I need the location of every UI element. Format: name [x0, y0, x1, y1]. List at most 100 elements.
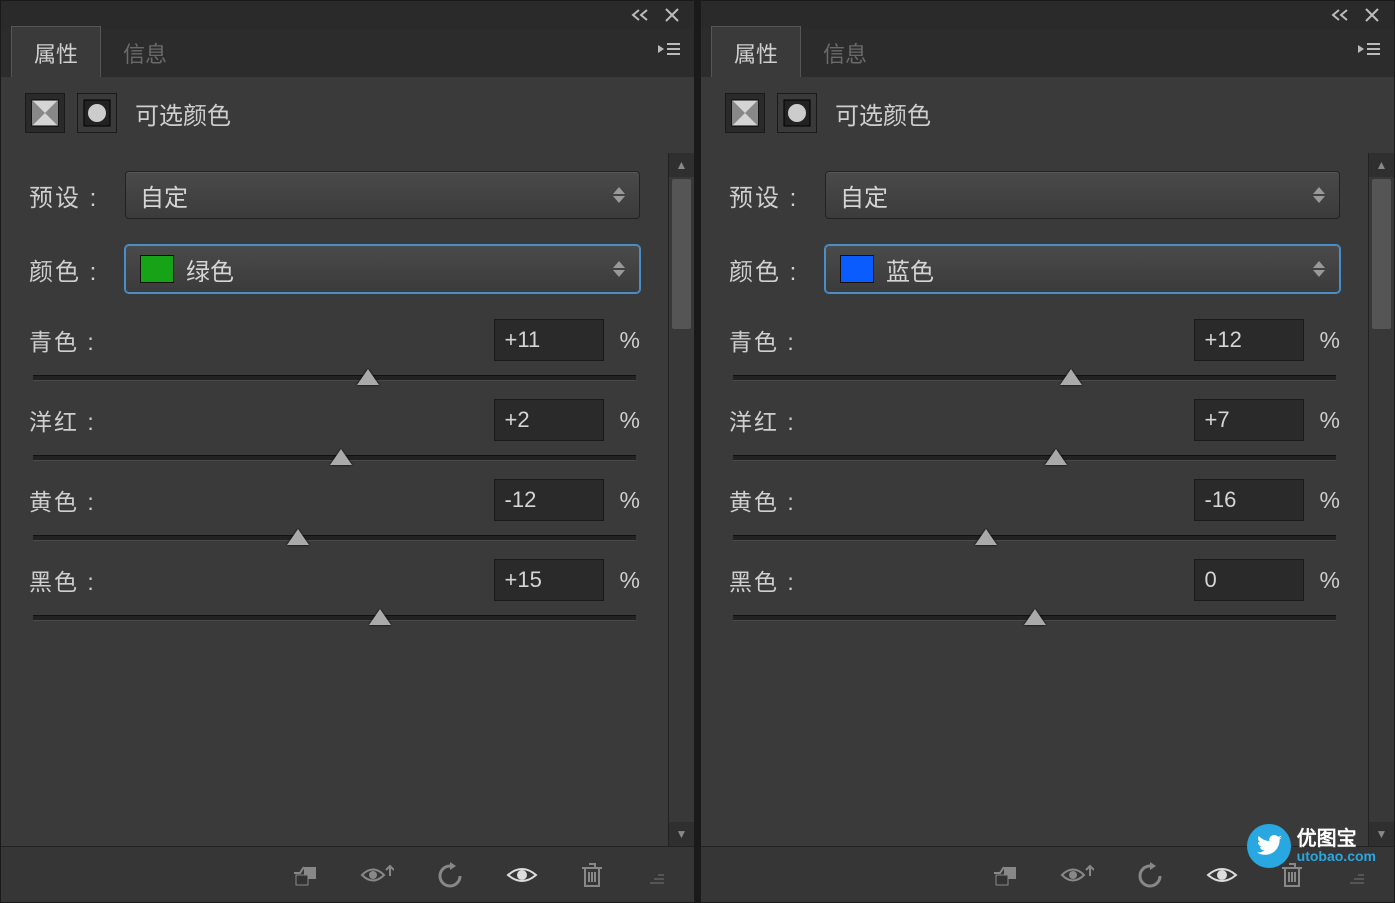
color-swatch — [140, 255, 174, 283]
color-dropdown[interactable]: 蓝色 — [825, 245, 1340, 293]
magenta-input[interactable] — [1194, 399, 1304, 441]
selective-color-panel-right: 属性 信息 可选颜色 预设 : 自定 颜色 : 蓝色 青色 :% 洋红 :% 黄… — [700, 0, 1395, 903]
reset-icon[interactable] — [1136, 862, 1164, 888]
resize-grip-icon[interactable] — [646, 866, 664, 884]
scroll-thumb[interactable] — [672, 179, 691, 329]
scrollbar[interactable]: ▲ ▼ — [1368, 153, 1394, 846]
black-thumb[interactable] — [1024, 609, 1046, 625]
black-row: 黑色 : % — [29, 559, 640, 621]
preset-value: 自定 — [840, 178, 888, 213]
magenta-row: 洋红 : % — [29, 399, 640, 461]
panel-titlebar — [701, 1, 1394, 29]
yellow-label: 黄色 : — [29, 483, 96, 517]
magenta-thumb[interactable] — [1045, 449, 1067, 465]
view-previous-icon[interactable] — [1060, 864, 1094, 886]
scroll-up-icon[interactable]: ▲ — [669, 153, 694, 177]
tab-properties[interactable]: 属性 — [711, 26, 801, 77]
tab-row: 属性 信息 — [701, 29, 1394, 77]
collapse-icon[interactable] — [1330, 5, 1350, 25]
selective-color-icon[interactable] — [25, 93, 65, 133]
yellow-label: 黄色 : — [729, 483, 796, 517]
black-slider[interactable] — [733, 615, 1336, 621]
toggle-visibility-icon[interactable] — [1206, 865, 1238, 885]
scroll-down-icon[interactable]: ▼ — [669, 822, 694, 846]
view-previous-icon[interactable] — [360, 864, 394, 886]
watermark-url: utobao.com — [1297, 849, 1376, 863]
yellow-input[interactable] — [1194, 479, 1304, 521]
collapse-icon[interactable] — [630, 5, 650, 25]
color-value: 绿色 — [186, 252, 234, 287]
panel-menu-icon[interactable] — [1358, 41, 1380, 57]
black-label: 黑色 : — [29, 563, 96, 597]
yellow-slider[interactable] — [33, 535, 636, 541]
panel-content: 预设 : 自定 颜色 : 绿色 青色 : — [1, 153, 668, 846]
black-input[interactable] — [494, 559, 604, 601]
tab-properties[interactable]: 属性 — [11, 26, 101, 77]
magenta-slider[interactable] — [733, 455, 1336, 461]
cyan-thumb[interactable] — [357, 369, 379, 385]
resize-grip-icon[interactable] — [1346, 866, 1364, 884]
tab-info[interactable]: 信息 — [101, 27, 189, 77]
close-icon[interactable] — [1362, 5, 1382, 25]
color-row: 颜色 : 绿色 — [29, 245, 640, 293]
yellow-input[interactable] — [494, 479, 604, 521]
color-dropdown[interactable]: 绿色 — [125, 245, 640, 293]
cyan-row: 青色 : % — [29, 319, 640, 381]
yellow-thumb[interactable] — [287, 529, 309, 545]
cyan-input[interactable] — [494, 319, 604, 361]
preset-dropdown[interactable]: 自定 — [125, 171, 640, 219]
tab-info[interactable]: 信息 — [801, 27, 889, 77]
delete-icon[interactable] — [580, 862, 604, 888]
adjustment-title-row: 可选颜色 — [1, 77, 694, 153]
layer-mask-icon[interactable] — [77, 93, 117, 133]
black-slider[interactable] — [33, 615, 636, 621]
panel-menu-icon[interactable] — [658, 41, 680, 57]
preset-label: 预设 : — [729, 178, 813, 213]
scroll-thumb[interactable] — [1372, 179, 1391, 329]
cyan-label: 青色 : — [729, 323, 796, 357]
scroll-up-icon[interactable]: ▲ — [1369, 153, 1394, 177]
selective-color-panel-left: 属性 信息 可选颜色 预设 : 自定 颜色 : — [0, 0, 695, 903]
black-input[interactable] — [1194, 559, 1304, 601]
toggle-visibility-icon[interactable] — [506, 865, 538, 885]
panel-titlebar — [1, 1, 694, 29]
layer-mask-icon[interactable] — [777, 93, 817, 133]
cyan-slider[interactable] — [33, 375, 636, 381]
reset-icon[interactable] — [436, 862, 464, 888]
panel-title: 可选颜色 — [835, 96, 931, 131]
yellow-slider[interactable] — [733, 535, 1336, 541]
color-label: 颜色 : — [29, 252, 113, 287]
yellow-thumb[interactable] — [975, 529, 997, 545]
adjustment-title-row: 可选颜色 — [701, 77, 1394, 153]
selective-color-icon[interactable] — [725, 93, 765, 133]
percent-label: % — [620, 567, 640, 594]
magenta-thumb[interactable] — [330, 449, 352, 465]
percent-label: % — [620, 327, 640, 354]
preset-row: 预设 : 自定 — [29, 171, 640, 219]
panel-title: 可选颜色 — [135, 96, 231, 131]
black-thumb[interactable] — [369, 609, 391, 625]
color-value: 蓝色 — [886, 252, 934, 287]
percent-label: % — [620, 407, 640, 434]
cyan-input[interactable] — [1194, 319, 1304, 361]
cyan-label: 青色 : — [29, 323, 96, 357]
panel-content: 预设 : 自定 颜色 : 蓝色 青色 :% 洋红 :% 黄色 :% 黑色 :% — [701, 153, 1368, 846]
magenta-slider[interactable] — [33, 455, 636, 461]
watermark-name: 优图宝 — [1297, 829, 1376, 849]
clip-to-layer-icon[interactable] — [990, 863, 1018, 887]
preset-dropdown[interactable]: 自定 — [825, 171, 1340, 219]
preset-label: 预设 : — [29, 178, 113, 213]
close-icon[interactable] — [662, 5, 682, 25]
cyan-thumb[interactable] — [1060, 369, 1082, 385]
magenta-label: 洋红 : — [729, 403, 796, 437]
magenta-label: 洋红 : — [29, 403, 96, 437]
black-label: 黑色 : — [729, 563, 796, 597]
preset-value: 自定 — [140, 178, 188, 213]
magenta-input[interactable] — [494, 399, 604, 441]
color-label: 颜色 : — [729, 252, 813, 287]
cyan-slider[interactable] — [733, 375, 1336, 381]
color-swatch — [840, 255, 874, 283]
clip-to-layer-icon[interactable] — [290, 863, 318, 887]
tab-row: 属性 信息 — [1, 29, 694, 77]
scrollbar[interactable]: ▲ ▼ — [668, 153, 694, 846]
